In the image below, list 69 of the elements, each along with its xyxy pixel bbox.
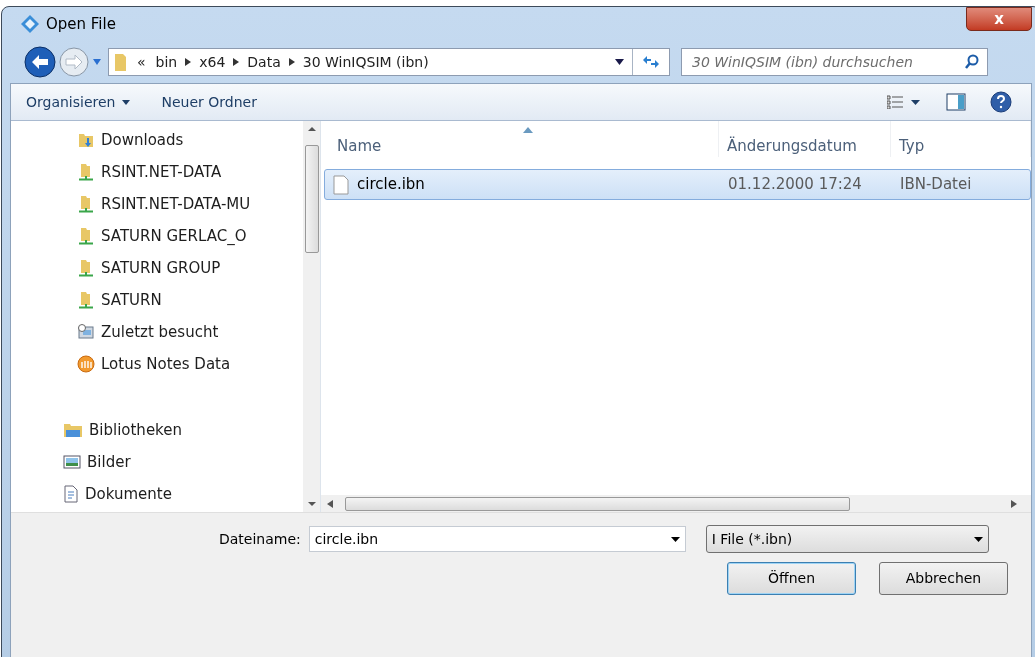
sort-ascending-icon: [523, 127, 533, 133]
chevron-right-icon[interactable]: [233, 58, 240, 66]
sidebar-item[interactable]: Zuletzt besucht: [11, 316, 303, 348]
sidebar-item[interactable]: Bibliotheken: [11, 414, 303, 446]
sidebar-item[interactable]: RSINT.NET-DATA: [11, 156, 303, 188]
file-name: circle.ibn: [357, 174, 425, 196]
help-icon[interactable]: [990, 91, 1012, 113]
sidebar-item[interactable]: Lotus Notes Data: [11, 348, 303, 380]
view-list-icon[interactable]: [887, 95, 903, 109]
network-folder-icon: [77, 259, 95, 277]
file-icon: [333, 174, 349, 195]
file-type: IBN-Datei: [899, 174, 972, 196]
breadcrumb[interactable]: bin: [155, 51, 178, 73]
chevron-right-icon[interactable]: [185, 58, 192, 66]
scroll-left-icon: [327, 499, 333, 508]
close-button[interactable]: x: [966, 7, 1032, 31]
filename-label: Dateiname:: [219, 529, 301, 549]
pictures-icon: [63, 454, 81, 470]
dropdown-arrow-icon: [973, 536, 983, 542]
downloads-folder-icon: [77, 131, 95, 149]
column-header[interactable]: Typ: [891, 121, 1031, 157]
documents-icon: [63, 485, 79, 503]
window-title: Open File: [46, 13, 116, 35]
sidebar-item[interactable]: Downloads: [11, 124, 303, 156]
filename-input[interactable]: circle.ibn: [314, 528, 671, 550]
breadcrumb[interactable]: x64: [199, 51, 226, 73]
horizontal-scrollbar[interactable]: [321, 495, 1031, 512]
back-icon[interactable]: [24, 46, 56, 78]
file-row[interactable]: circle.ibn 01.12.2000 17:24 IBN-Datei: [324, 169, 1031, 200]
caret-icon[interactable]: [911, 99, 920, 105]
breadcrumb[interactable]: 30 WinIQSIM (ibn): [302, 51, 429, 73]
preview-pane-icon[interactable]: [946, 93, 966, 111]
filename-field[interactable]: circle.ibn: [308, 526, 686, 552]
toolbar-button[interactable]: Organisieren: [26, 91, 130, 113]
sidebar-item[interactable]: SATURN GROUP: [11, 252, 303, 284]
dialog-button[interactable]: Öffnen: [727, 562, 856, 595]
sidebar-item[interactable]: Bilder: [11, 446, 303, 478]
sidebar-item[interactable]: RSINT.NET-DATA-MU: [11, 188, 303, 220]
search-field[interactable]: 30 WinIQSIM (ibn) durchsuchen: [681, 48, 988, 76]
lotus-icon: [77, 355, 95, 373]
dropdown-arrow-icon: [670, 536, 680, 542]
app-icon: [20, 14, 40, 34]
network-folder-icon: [77, 227, 95, 245]
column-header[interactable]: Änderungsdatum: [719, 121, 891, 157]
filter-dropdown[interactable]: I File (*.ibn): [705, 525, 989, 553]
search-icon[interactable]: [965, 54, 979, 70]
chevron-right-icon[interactable]: [288, 58, 295, 66]
search-input[interactable]: 30 WinIQSIM (ibn) durchsuchen: [692, 51, 965, 73]
sidebar-item[interactable]: Dokumente: [11, 478, 303, 510]
sidebar-item[interactable]: SATURN GERLAC_O: [11, 220, 303, 252]
network-folder-icon: [77, 195, 95, 213]
sidebar-item[interactable]: SATURN: [11, 284, 303, 316]
caret-icon: [121, 99, 130, 105]
address-bar[interactable]: « bin x64 Data 30 WinIQSIM (ibn): [108, 48, 670, 76]
toolbar-button[interactable]: Neuer Ordner: [161, 91, 257, 113]
dialog-button[interactable]: Abbrechen: [879, 562, 1008, 595]
breadcrumb[interactable]: Data: [247, 51, 281, 73]
library-icon: [63, 421, 83, 439]
folder-icon: [113, 52, 129, 72]
file-date: 01.12.2000 17:24: [727, 174, 863, 196]
network-folder-icon: [77, 291, 95, 309]
vertical-scrollbar[interactable]: [303, 121, 320, 512]
recent-places-icon: [77, 323, 95, 341]
overflow-chevron[interactable]: «: [137, 51, 146, 73]
column-header[interactable]: Name: [321, 121, 719, 157]
refresh-icon: [642, 55, 660, 69]
network-folder-icon: [77, 163, 95, 181]
scroll-right-icon: [1011, 499, 1017, 508]
dropdown-arrow-icon[interactable]: [615, 59, 624, 65]
